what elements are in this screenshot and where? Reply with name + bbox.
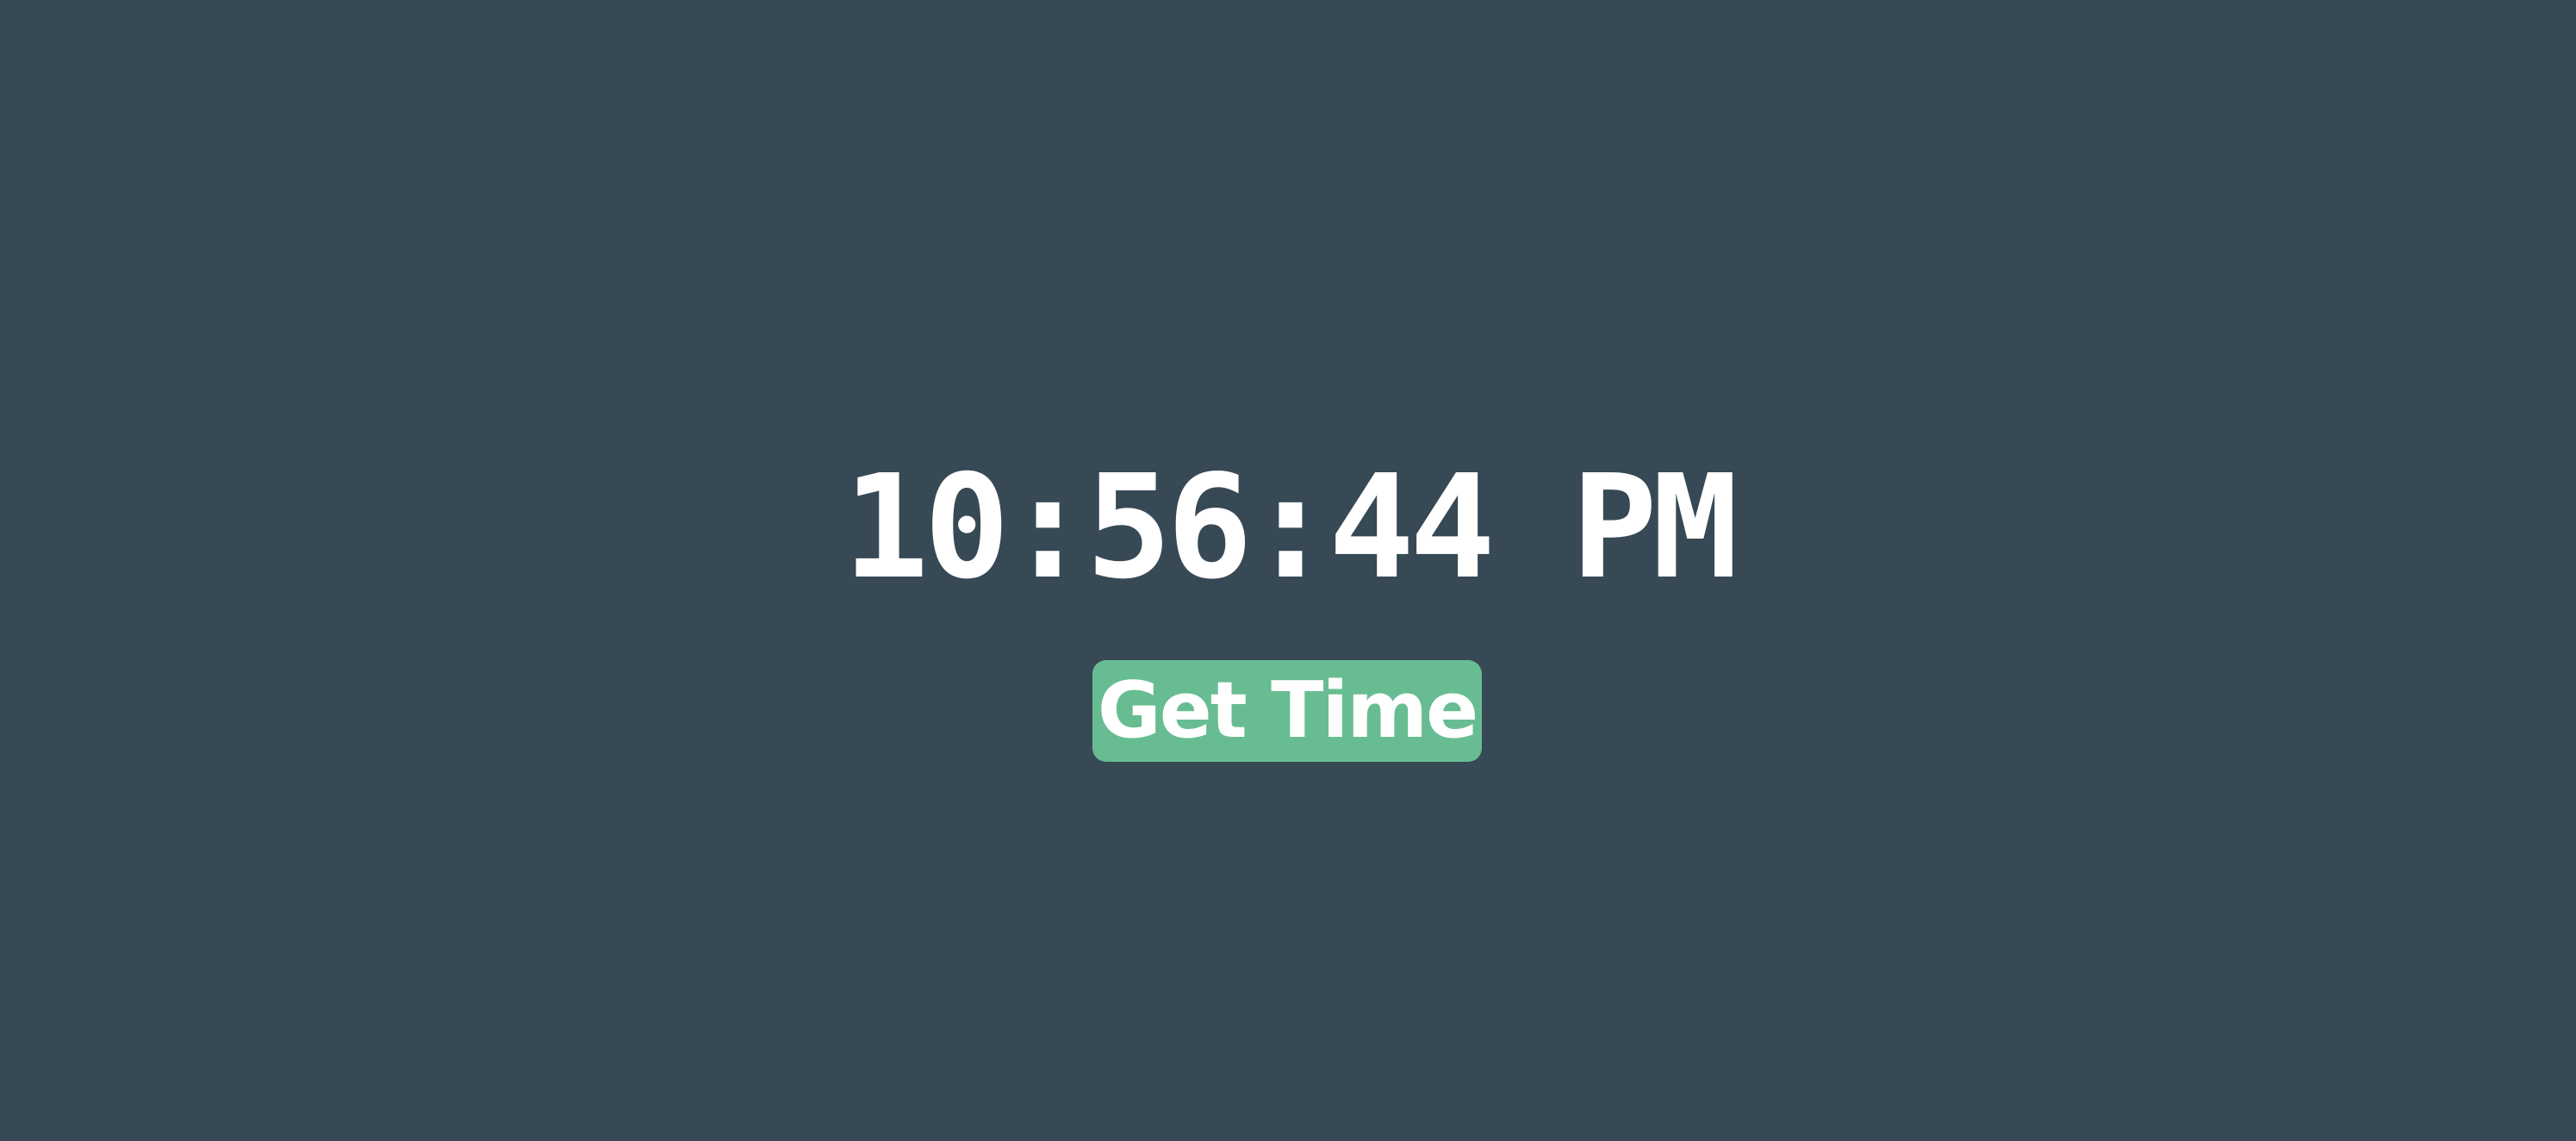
time-display: 10:56:44 PM	[843, 445, 1738, 611]
get-time-button[interactable]: Get Time	[1092, 660, 1482, 762]
app-root: 10:56:44 PM Get Time	[0, 0, 2576, 1141]
